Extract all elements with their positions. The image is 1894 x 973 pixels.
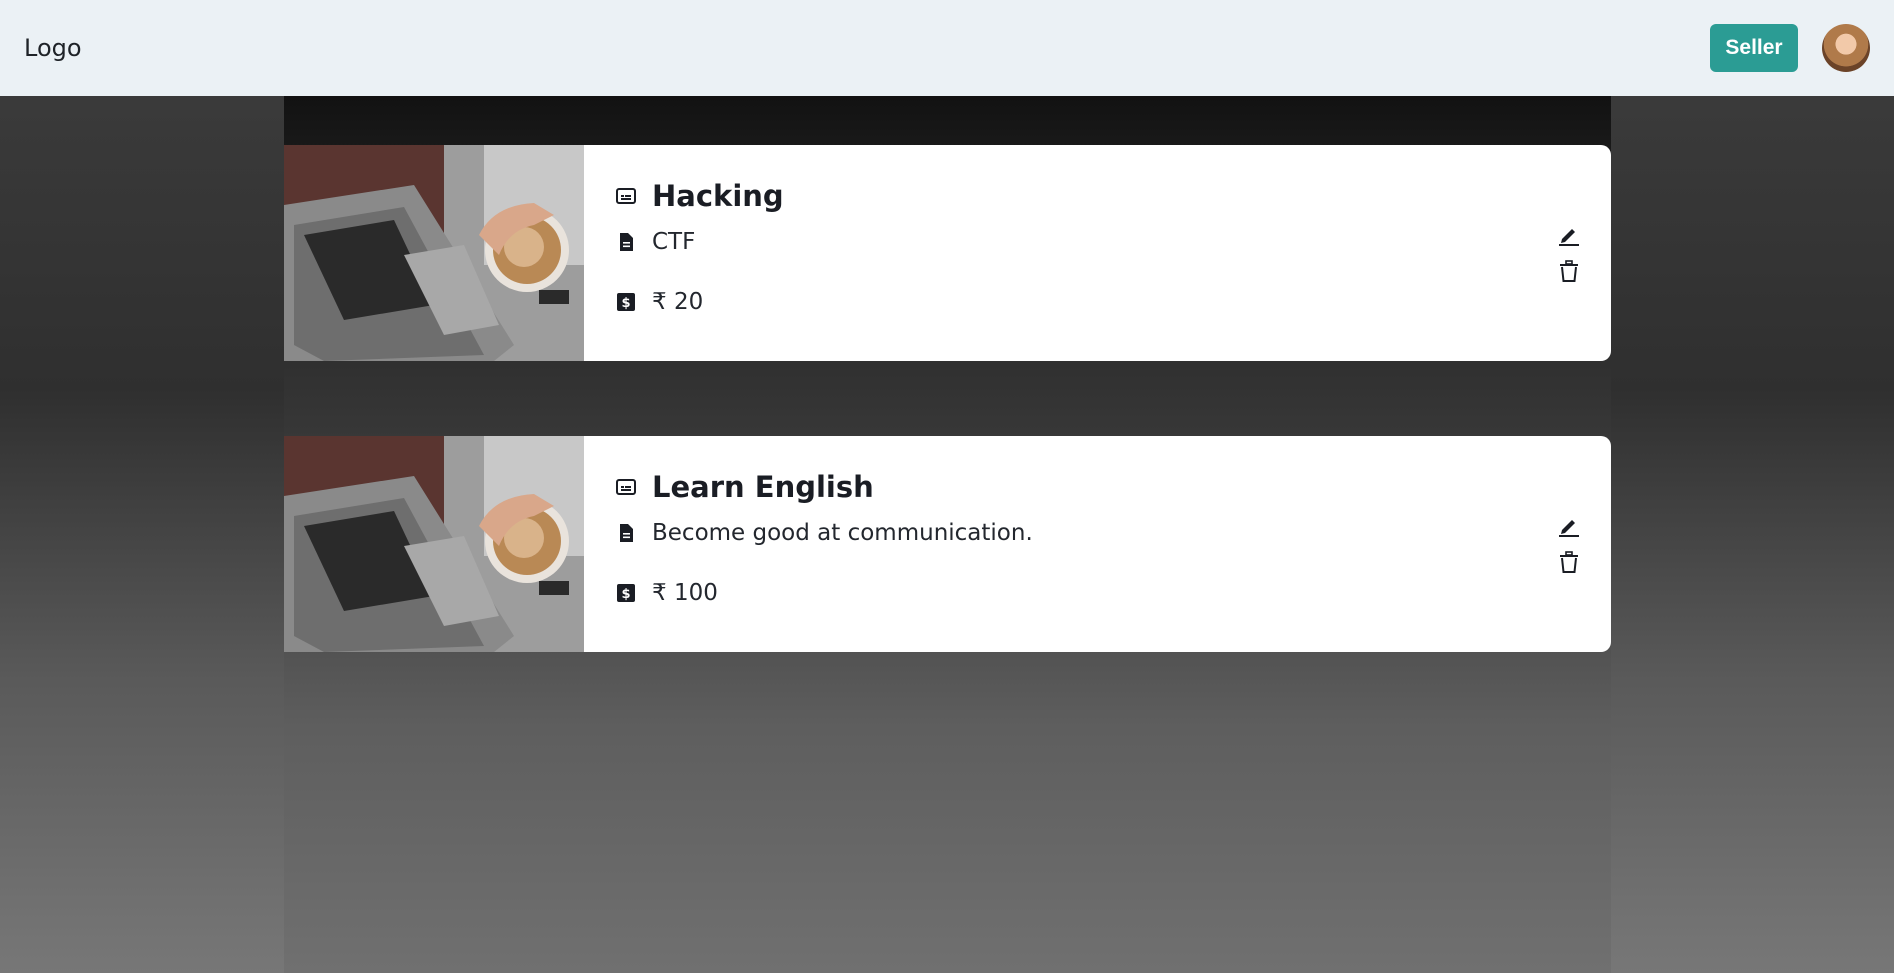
title-icon [616,186,636,206]
description-row: Become good at communication. [616,520,1033,546]
course-price: ₹ 100 [652,580,718,606]
course-price: ₹ 20 [652,289,704,315]
course-list: Hacking CTF $ ₹ 20 Learn English Become … [284,96,1611,973]
course-title: Learn English [652,470,874,504]
course-details: Learn English Become good at communicati… [584,436,1611,652]
course-details: Hacking CTF $ ₹ 20 [584,145,1611,361]
price-icon: $ [616,292,636,312]
svg-text:$: $ [621,587,630,602]
laptop-coffee-image [284,436,584,652]
card-actions [1557,223,1581,295]
seller-button[interactable]: Seller [1710,24,1798,72]
navbar: Logo Seller [0,0,1894,96]
course-thumbnail [284,145,584,361]
delete-icon[interactable] [1557,259,1581,283]
title-row: Hacking [616,179,784,213]
edit-icon[interactable] [1557,223,1581,247]
description-icon [616,232,636,252]
course-title: Hacking [652,179,784,213]
logo[interactable]: Logo [24,34,82,62]
svg-text:$: $ [621,296,630,311]
course-description: Become good at communication. [652,520,1033,546]
price-icon: $ [616,583,636,603]
description-row: CTF [616,229,695,255]
title-row: Learn English [616,470,874,504]
laptop-coffee-image [284,145,584,361]
price-row: $ ₹ 100 [616,580,718,606]
course-thumbnail [284,436,584,652]
edit-icon[interactable] [1557,514,1581,538]
course-card: Hacking CTF $ ₹ 20 [284,145,1611,361]
delete-icon[interactable] [1557,550,1581,574]
title-icon [616,477,636,497]
course-description: CTF [652,229,696,255]
course-card: Learn English Become good at communicati… [284,436,1611,652]
card-actions [1557,514,1581,586]
price-row: $ ₹ 20 [616,289,703,315]
nav-right: Seller [1710,24,1870,72]
description-icon [616,523,636,543]
avatar[interactable] [1822,24,1870,72]
